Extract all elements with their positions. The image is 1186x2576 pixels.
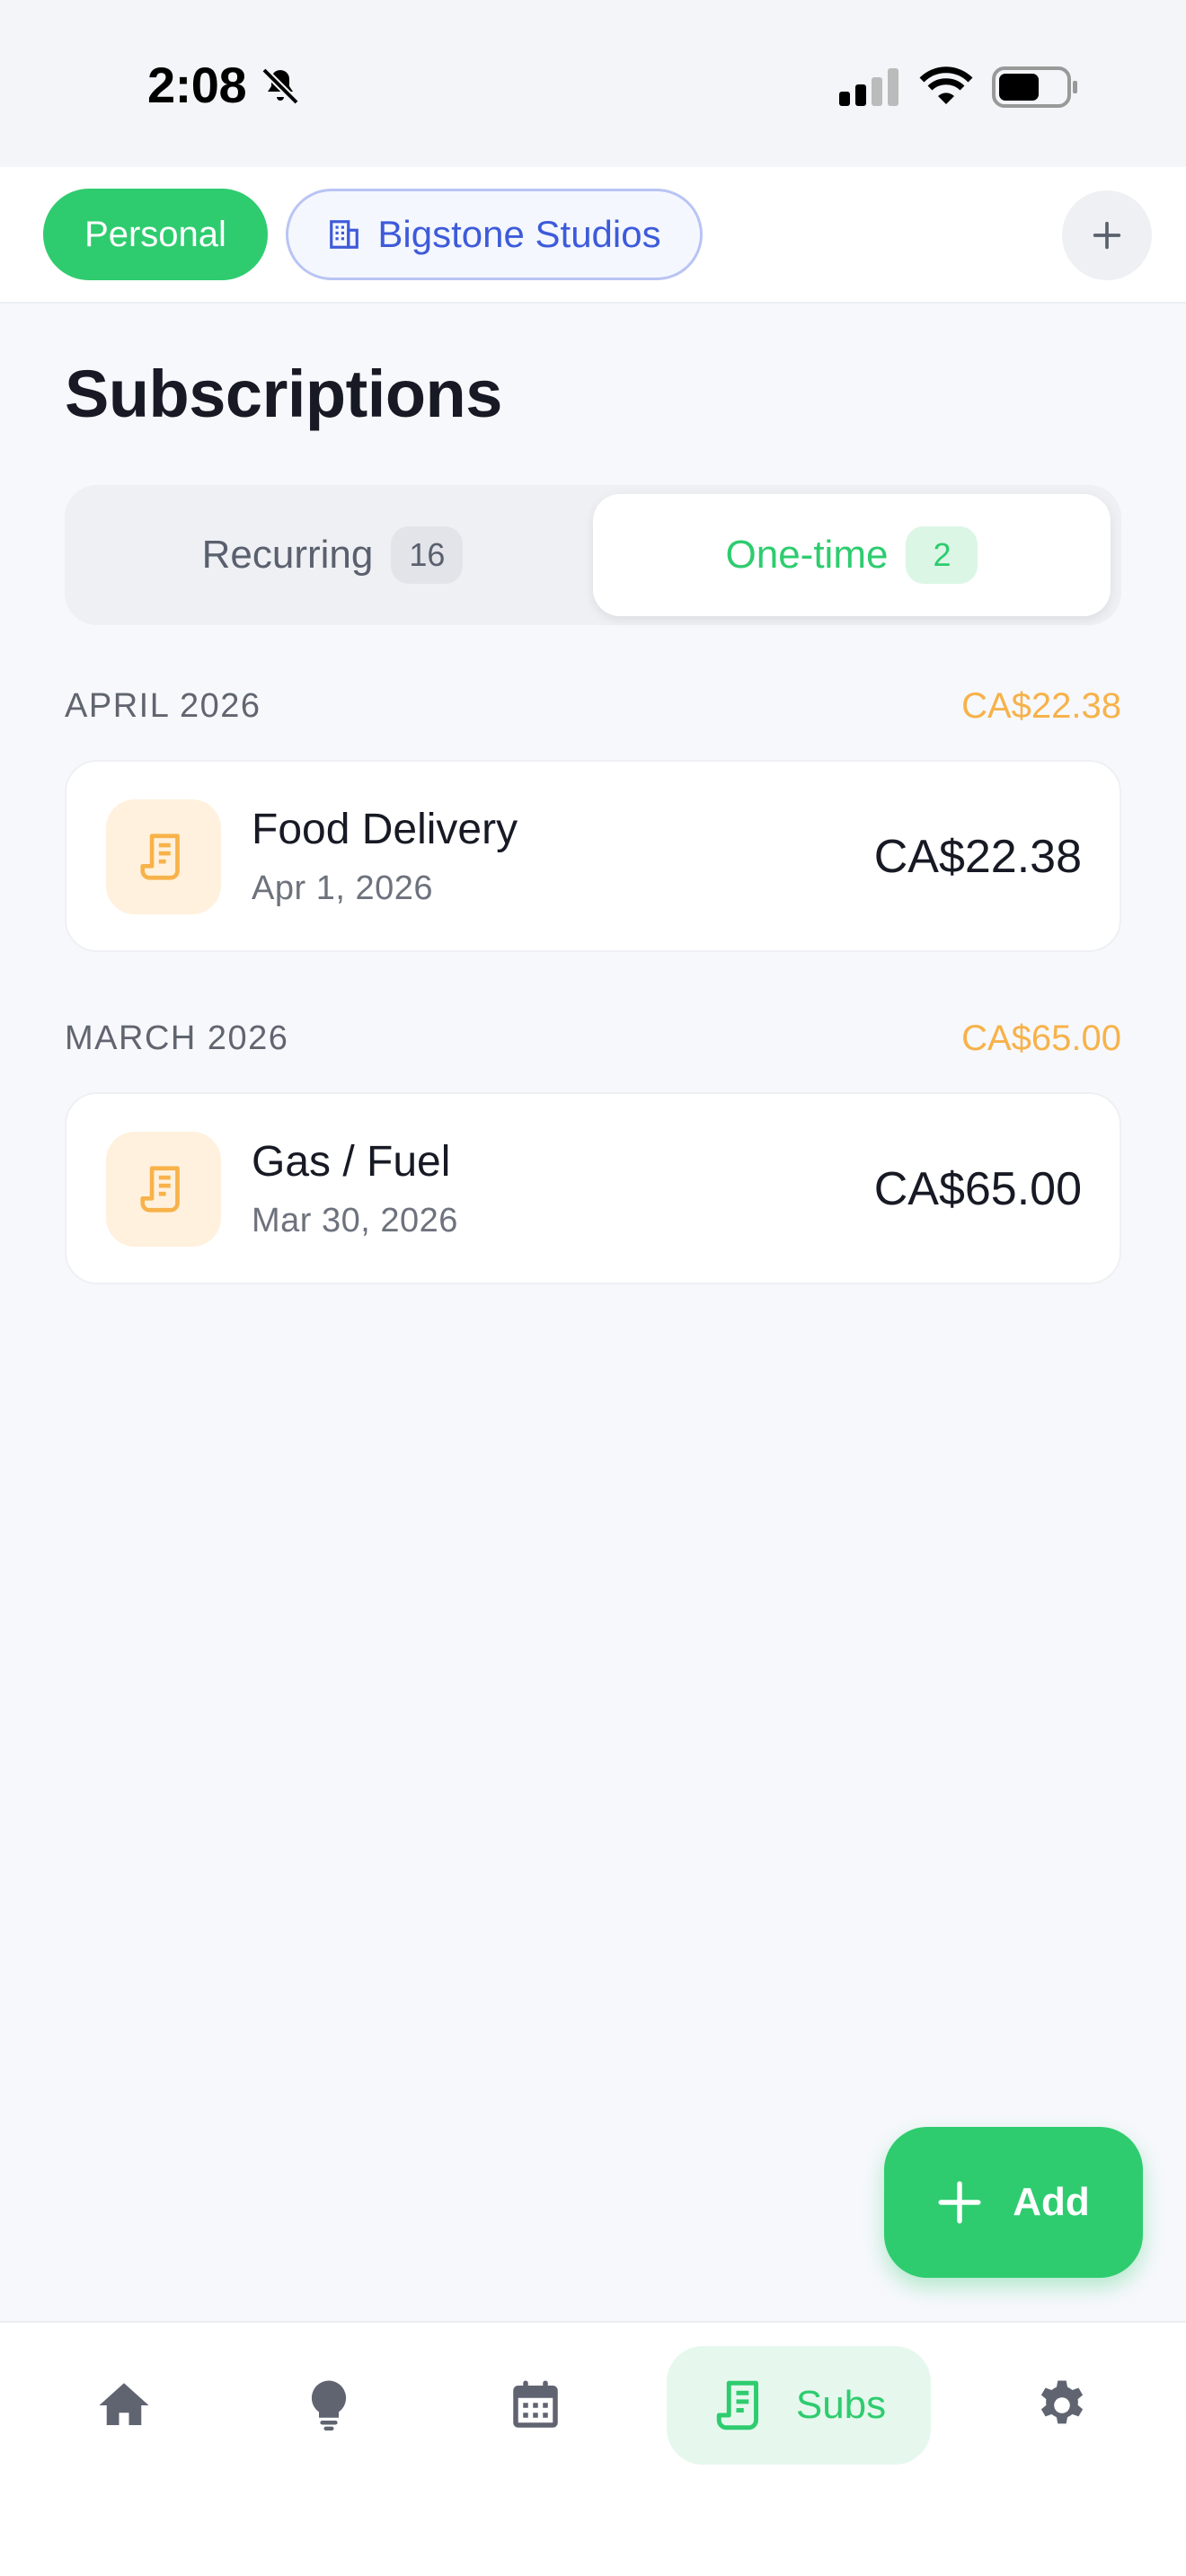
receipt-icon bbox=[140, 834, 180, 880]
receipt-icon bbox=[140, 1166, 180, 1213]
tab-recurring[interactable]: Recurring 16 bbox=[74, 494, 591, 616]
section-total: CA$22.38 bbox=[961, 685, 1121, 726]
add-button[interactable]: Add bbox=[884, 2127, 1143, 2278]
home-icon bbox=[99, 2383, 149, 2425]
lightbulb-icon bbox=[311, 2380, 347, 2431]
battery-icon bbox=[992, 66, 1077, 108]
workspace-chip-personal[interactable]: Personal bbox=[43, 189, 268, 280]
gear-icon bbox=[1040, 2380, 1084, 2424]
wifi-icon bbox=[919, 66, 973, 104]
add-workspace-button[interactable] bbox=[1062, 190, 1152, 280]
tab-recurring-label: Recurring bbox=[201, 533, 374, 577]
section-month: APRIL 2026 bbox=[65, 686, 261, 725]
workspace-bar: Personal Bigstone Studios bbox=[0, 167, 1186, 304]
expense-icon-badge bbox=[106, 799, 221, 914]
workspace-personal-label: Personal bbox=[84, 214, 226, 254]
workspace-chip-company[interactable]: Bigstone Studios bbox=[286, 189, 703, 280]
signal-icon bbox=[839, 68, 898, 106]
section-month: MARCH 2026 bbox=[65, 1019, 289, 1057]
nav-subs[interactable]: Subs bbox=[667, 2346, 931, 2465]
plus-icon bbox=[1093, 221, 1121, 250]
plus-icon bbox=[938, 2181, 981, 2224]
expense-amount: CA$65.00 bbox=[873, 1163, 1082, 1215]
expense-date: Mar 30, 2026 bbox=[252, 1202, 458, 1239]
building-icon bbox=[330, 220, 359, 249]
expense-name: Food Delivery bbox=[252, 806, 518, 853]
tab-recurring-count: 16 bbox=[391, 526, 464, 584]
add-button-label: Add bbox=[1013, 2180, 1090, 2224]
status-bar: 2:08 bbox=[0, 0, 1186, 167]
expense-item[interactable]: Gas / Fuel Mar 30, 2026 CA$65.00 bbox=[65, 1092, 1121, 1284]
subscription-type-tabs: Recurring 16 One-time 2 bbox=[65, 485, 1121, 625]
page-title: Subscriptions bbox=[65, 357, 502, 431]
calendar-icon bbox=[513, 2380, 558, 2428]
status-time: 2:08 bbox=[147, 57, 247, 113]
section-header: APRIL 2026 CA$22.38 bbox=[65, 679, 1121, 733]
expense-icon-badge bbox=[106, 1132, 221, 1247]
bottom-nav: Subs bbox=[0, 2321, 1186, 2576]
expense-amount: CA$22.38 bbox=[873, 831, 1082, 883]
expense-date: Apr 1, 2026 bbox=[252, 869, 433, 907]
nav-subs-label: Subs bbox=[795, 2383, 887, 2427]
tab-one-time-count: 2 bbox=[906, 526, 978, 584]
bell-muted-icon bbox=[261, 67, 299, 105]
section-total: CA$65.00 bbox=[961, 1018, 1121, 1058]
nav-insights[interactable] bbox=[284, 2346, 374, 2465]
tab-one-time-label: One-time bbox=[725, 533, 889, 577]
tab-one-time[interactable]: One-time 2 bbox=[593, 494, 1111, 616]
nav-calendar[interactable] bbox=[491, 2346, 580, 2465]
workspace-company-label: Bigstone Studios bbox=[377, 213, 661, 255]
section-header: MARCH 2026 CA$65.00 bbox=[65, 1011, 1121, 1065]
expense-item[interactable]: Food Delivery Apr 1, 2026 CA$22.38 bbox=[65, 760, 1121, 952]
receipt-icon bbox=[716, 2380, 758, 2430]
nav-home[interactable] bbox=[79, 2346, 169, 2465]
expense-name: Gas / Fuel bbox=[252, 1138, 451, 1186]
nav-settings[interactable] bbox=[1017, 2346, 1107, 2465]
